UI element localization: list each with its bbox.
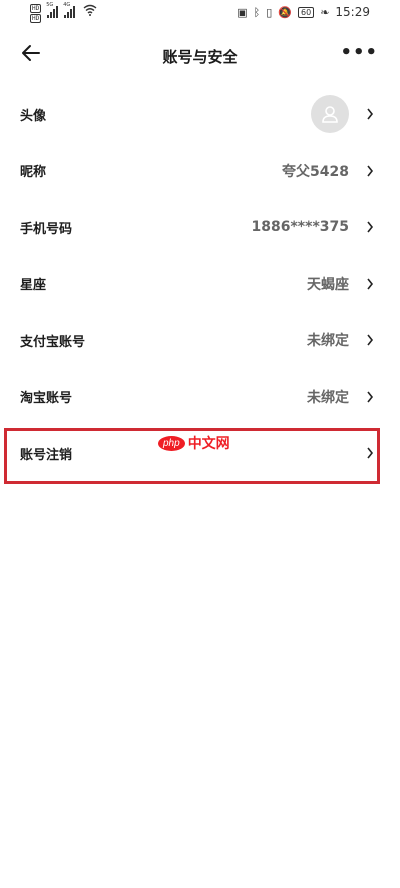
row-zodiac[interactable]: 星座 天蝎座 [0,256,400,313]
signal-icon: 5G [46,2,59,18]
row-phone[interactable]: 手机号码 1886****375 [0,199,400,256]
chevron-right-icon [367,108,374,120]
bluetooth-icon: ᛒ [253,5,261,19]
more-dots-icon[interactable]: ••• [340,42,378,63]
chevron-right-icon [367,278,374,290]
settings-list: 头像 昵称 夸父5428 手机号码 1886****375 星座 天蝎座 支付宝… [0,86,400,482]
status-bar-left: HD HD 5G 4G [30,2,97,23]
watermark-logo: php [158,435,185,451]
row-value: 未绑定 [307,389,349,406]
net2-label: 4G [63,2,71,8]
sim2-badge: HD [30,14,42,23]
row-taobao[interactable]: 淘宝账号 未绑定 [0,369,400,426]
row-label: 淘宝账号 [20,391,73,407]
signal-icon-2: 4G [63,2,76,18]
row-value: 天蝎座 [307,276,349,293]
chevron-right-icon [367,391,374,403]
net1-label: 5G [46,2,54,8]
chevron-right-icon [367,221,374,233]
user-icon [322,106,338,123]
battery-icon: 60 [298,6,315,18]
nfc-icon: ▣ [237,5,248,19]
chevron-right-icon [367,165,374,177]
sim1-badge: HD [30,4,42,13]
avatar[interactable] [311,95,349,133]
row-label: 星座 [20,278,47,294]
wifi-icon [83,4,97,16]
sim-indicators: HD HD [30,4,42,23]
mute-bell-icon: 🔕 [278,5,292,19]
row-value: 夸父5428 [282,163,349,180]
leaf-icon: ❧ [320,5,330,19]
row-value: 1886****375 [251,219,349,236]
row-avatar[interactable]: 头像 [0,86,400,143]
watermark: php 中文网 [158,433,230,453]
vibrate-icon: ▯ [266,5,273,19]
status-bar-right: ▣ ᛒ ▯ 🔕 60 ❧ 15:29 [237,5,370,19]
row-label: 支付宝账号 [20,334,86,350]
status-bar: HD HD 5G 4G ▣ ᛒ ▯ 🔕 60 ❧ 15:29 [0,0,400,28]
row-value: 未绑定 [307,333,349,350]
row-label: 头像 [20,108,47,124]
watermark-text: 中文网 [187,436,230,452]
row-alipay[interactable]: 支付宝账号 未绑定 [0,312,400,369]
row-nickname[interactable]: 昵称 夸父5428 [0,143,400,200]
status-time: 15:29 [335,5,370,19]
row-label: 昵称 [20,165,47,181]
chevron-right-icon [367,334,374,346]
app-header: 账号与安全 ••• [0,28,400,84]
row-label: 手机号码 [20,221,73,237]
